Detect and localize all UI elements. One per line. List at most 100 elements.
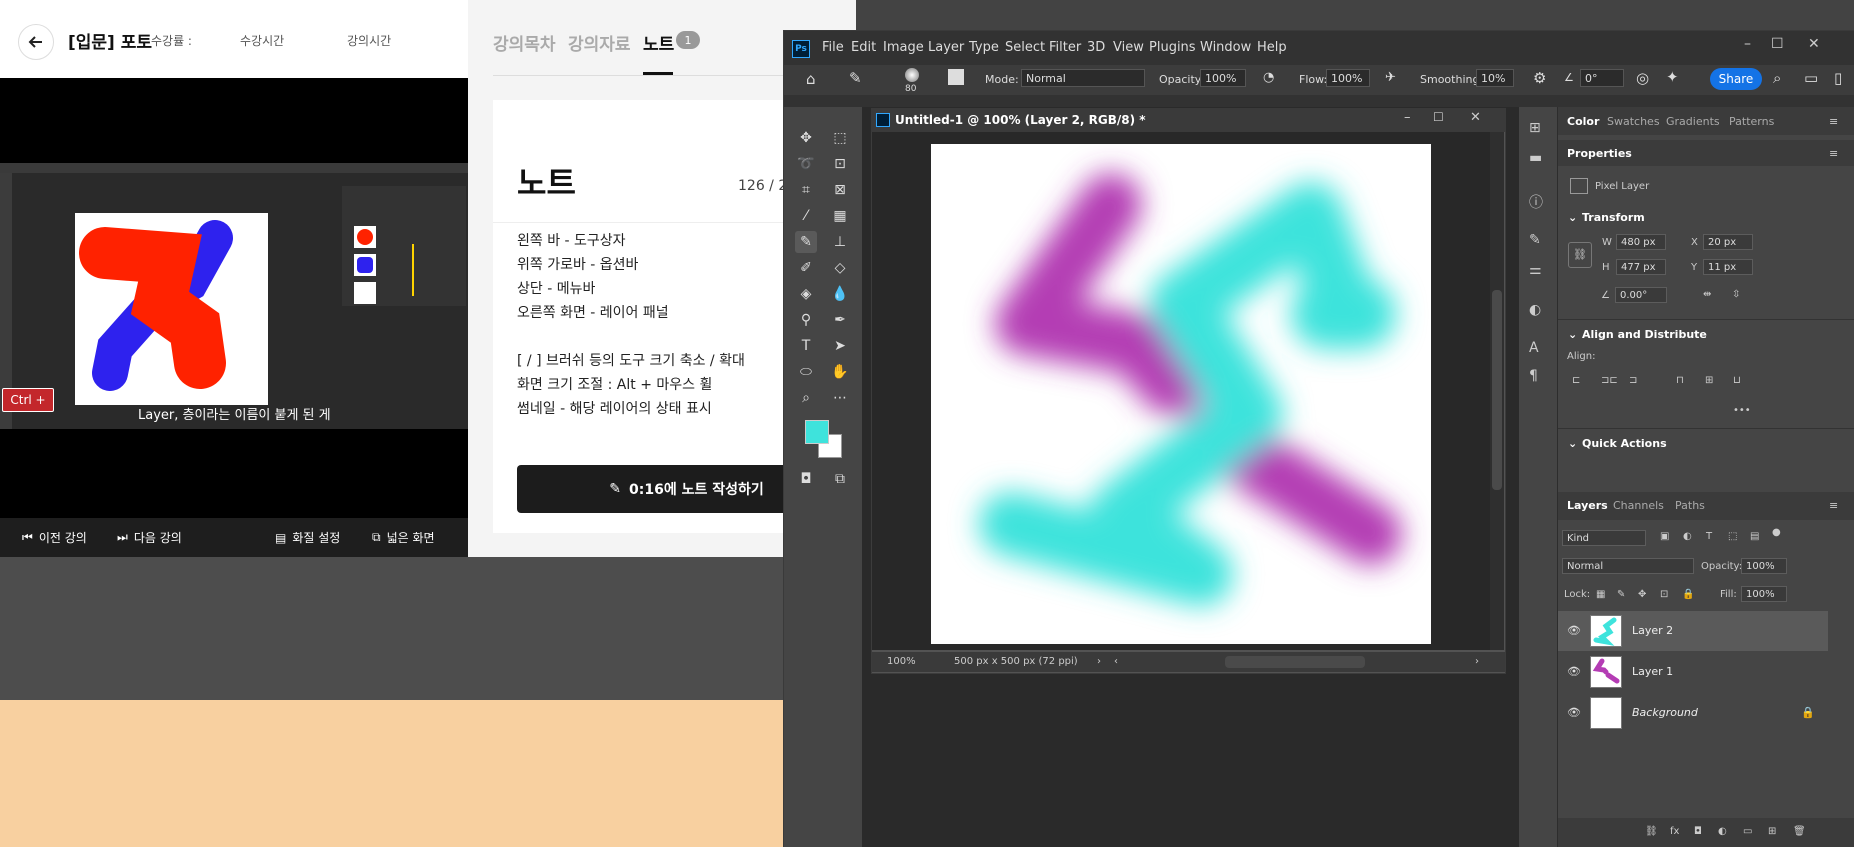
close-button[interactable]: ✕ [1808, 36, 1820, 52]
lock-position-icon[interactable]: ✥ [1638, 589, 1646, 600]
doc-maximize-button[interactable]: ☐ [1433, 110, 1444, 124]
path-select-tool-icon[interactable]: ➤ [829, 335, 851, 357]
align-section[interactable]: Align and Distribute [1582, 328, 1707, 341]
tab-patterns[interactable]: Patterns [1729, 115, 1774, 128]
layer-name[interactable]: Background [1632, 706, 1698, 719]
quality-settings-button[interactable]: ▤ 화질 설정 [275, 529, 340, 546]
menu-type[interactable]: Type [969, 40, 999, 55]
x-input[interactable]: 20 px [1703, 234, 1753, 250]
zoom-tool-icon[interactable]: ⌕ [795, 387, 817, 409]
layers-menu-icon[interactable]: ≡ [1829, 499, 1838, 512]
paragraph-panel-icon[interactable]: ¶ [1529, 368, 1538, 384]
y-input[interactable]: 11 px [1703, 259, 1753, 275]
layer-row-background[interactable]: 👁 Background 🔒 [1558, 693, 1828, 733]
filter-smart-object-icon[interactable]: ▤ [1750, 531, 1759, 542]
brush-preset-icon[interactable] [905, 68, 919, 82]
quick-mask-icon[interactable]: ◘ [795, 468, 817, 490]
rotation-input[interactable]: 0.00° [1615, 287, 1667, 303]
lock-transparent-icon[interactable]: ▦ [1596, 589, 1605, 600]
paint-bucket-tool-icon[interactable]: ◈ [795, 283, 817, 305]
dodge-tool-icon[interactable]: ⚲ [795, 309, 817, 331]
lock-artboard-icon[interactable]: ⊡ [1660, 589, 1668, 600]
layer-name[interactable]: Layer 2 [1632, 624, 1673, 637]
marquee-tool-icon[interactable]: ⬚ [829, 127, 851, 149]
menu-layer[interactable]: Layer [928, 40, 964, 55]
document-canvas[interactable] [931, 144, 1431, 644]
menu-view[interactable]: View [1113, 40, 1144, 55]
fx-icon[interactable]: fx [1670, 826, 1679, 837]
mode-select[interactable]: Normal [1021, 69, 1145, 87]
comments-panel-icon[interactable]: ▬ [1529, 150, 1542, 166]
vertical-scroll-thumb[interactable] [1492, 290, 1502, 490]
panel-menu-icon[interactable]: ≡ [1829, 115, 1838, 128]
align-center-icon[interactable]: ⊐⊏ [1601, 375, 1618, 386]
maximize-button[interactable]: ☐ [1771, 36, 1784, 52]
back-button[interactable] [18, 24, 54, 60]
blur-tool-icon[interactable]: 💧 [829, 283, 851, 305]
menu-help[interactable]: Help [1257, 40, 1287, 55]
next-lecture-button[interactable]: ⏭ 다음 강의 [117, 529, 182, 546]
blend-mode-select[interactable]: Normal [1562, 558, 1694, 574]
frame-tool-icon[interactable]: ⊠ [829, 179, 851, 201]
adjustment-layer-icon[interactable]: ◐ [1718, 826, 1727, 837]
eyedropper-tool-icon[interactable]: ⁄ [795, 205, 817, 227]
scroll-right-icon[interactable]: › [1475, 656, 1479, 667]
align-right-icon[interactable]: ⊐ [1629, 375, 1637, 386]
align-bottom-icon[interactable]: ⊔ [1733, 375, 1741, 386]
filter-type-icon[interactable]: T [1706, 531, 1712, 542]
visibility-eye-icon[interactable]: 👁 [1567, 665, 1581, 678]
filter-pixel-icon[interactable]: ▣ [1660, 531, 1669, 542]
brush-settings-panel-icon[interactable]: ✎ [1529, 232, 1541, 248]
share-button[interactable]: Share [1710, 68, 1762, 90]
flip-vertical-icon[interactable]: ⇳ [1732, 289, 1740, 300]
note-line[interactable]: [ / ] 브러쉬 등의 도구 크기 축소 / 확대 [517, 350, 745, 370]
tab-swatches[interactable]: Swatches [1607, 115, 1660, 128]
info-panel-icon[interactable]: ⓘ [1529, 192, 1543, 212]
angle-input[interactable]: 0° [1580, 69, 1624, 87]
lock-pixels-icon[interactable]: ✎ [1617, 589, 1625, 600]
note-line[interactable]: 썸네일 - 해당 레이어의 상태 표시 [517, 398, 712, 418]
layer-opacity-input[interactable]: 100% [1741, 558, 1787, 574]
note-line[interactable]: 왼쪽 바 - 도구상자 [517, 230, 626, 250]
minimize-button[interactable]: – [1744, 36, 1751, 52]
width-input[interactable]: 480 px [1616, 234, 1666, 250]
more-options-icon[interactable]: ••• [1733, 405, 1751, 416]
note-line[interactable]: 상단 - 메뉴바 [517, 278, 595, 298]
gear-icon[interactable]: ⚙ [1533, 69, 1546, 87]
quick-actions-section[interactable]: Quick Actions [1582, 437, 1667, 450]
note-line[interactable]: 오른쪽 화면 - 레이어 패널 [517, 302, 669, 322]
eraser-tool-icon[interactable]: ◇ [829, 257, 851, 279]
filter-toggle-icon[interactable]: ● [1772, 527, 1781, 538]
menu-3d[interactable]: 3D [1087, 40, 1105, 55]
adjustments-panel-icon[interactable]: ⚌ [1529, 262, 1542, 278]
visibility-eye-icon[interactable]: 👁 [1567, 706, 1581, 719]
link-layers-icon[interactable]: ⛓ [1645, 826, 1658, 837]
fill-input[interactable]: 100% [1741, 586, 1787, 602]
history-panel-icon[interactable]: ⊞ [1529, 120, 1541, 136]
tab-curriculum[interactable]: 강의목차 [493, 30, 556, 55]
tab-notes[interactable]: 노트 [643, 30, 674, 55]
doc-minimize-button[interactable]: – [1404, 110, 1411, 125]
flow-input[interactable]: 100% [1326, 69, 1370, 87]
properties-menu-icon[interactable]: ≡ [1829, 147, 1838, 160]
height-input[interactable]: 477 px [1616, 259, 1666, 275]
align-chevron-icon[interactable]: ⌄ [1568, 328, 1577, 341]
opacity-input[interactable]: 100% [1200, 69, 1246, 87]
align-top-icon[interactable]: ⊓ [1676, 375, 1684, 386]
brush-settings-icon[interactable] [948, 69, 964, 85]
type-tool-icon[interactable]: T [795, 335, 817, 357]
lasso-tool-icon[interactable]: ➰ [795, 153, 817, 175]
visibility-eye-icon[interactable]: 👁 [1567, 624, 1581, 637]
tab-paths[interactable]: Paths [1675, 499, 1705, 512]
tab-materials[interactable]: 강의자료 [568, 30, 631, 55]
more-tools-icon[interactable]: ⋯ [829, 387, 851, 409]
flip-horizontal-icon[interactable]: ⇹ [1703, 289, 1711, 300]
tab-gradients[interactable]: Gradients [1666, 115, 1720, 128]
filter-shape-icon[interactable]: ⬚ [1728, 531, 1737, 542]
smoothing-input[interactable]: 10% [1476, 69, 1514, 87]
menu-filter[interactable]: Filter [1049, 40, 1081, 55]
zoom-level[interactable]: 100% [887, 656, 916, 667]
arrange-icon[interactable]: ▯ [1834, 69, 1842, 87]
filter-adjustment-icon[interactable]: ◐ [1683, 531, 1692, 542]
menu-window[interactable]: Window [1200, 40, 1251, 55]
